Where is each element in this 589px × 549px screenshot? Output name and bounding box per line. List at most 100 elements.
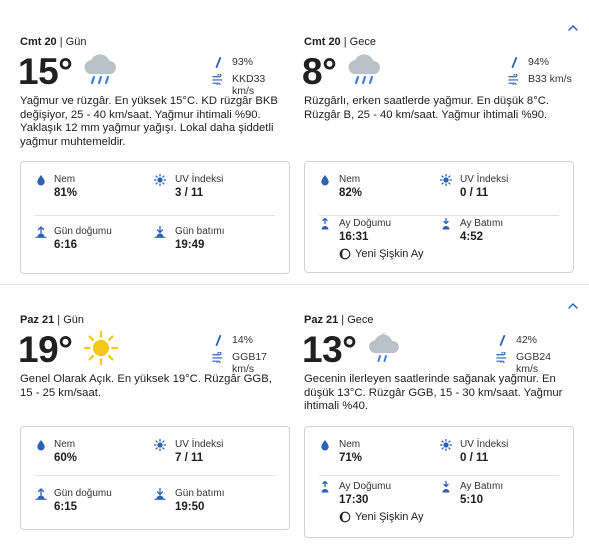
day-panel: Paz 21 | Gün 19° 14% GGB17 km/s Genel Ol… bbox=[18, 284, 290, 546]
night-showers-icon bbox=[366, 329, 406, 363]
wind-value: GGB17 km/s bbox=[232, 351, 268, 375]
period-label: Gün bbox=[63, 314, 85, 326]
uv-index-label: UV İndeksi bbox=[175, 439, 224, 450]
humidity-label: Nem bbox=[54, 174, 76, 185]
temperature: 8° bbox=[302, 51, 337, 92]
sunset-label: Gün batımı bbox=[175, 488, 225, 499]
uv-index-value: 3 / 11 bbox=[175, 187, 204, 199]
humidity-icon bbox=[319, 174, 331, 186]
sunrise-label: Gün doğumu bbox=[54, 226, 112, 237]
period-label: Gece bbox=[349, 36, 376, 48]
period-header: Cmt 20 | Gece bbox=[304, 36, 376, 48]
forecast-description: Rüzgârlı, erken saatlerde yağmur. En düş… bbox=[304, 95, 550, 121]
uv-index-icon bbox=[440, 174, 452, 186]
date-label: Cmt 20 bbox=[20, 36, 57, 48]
period-header: Paz 21 | Gece bbox=[304, 314, 374, 326]
sunset-icon bbox=[154, 226, 166, 238]
moon-phase-icon bbox=[339, 511, 351, 523]
humidity-icon bbox=[319, 439, 331, 451]
divider bbox=[319, 215, 559, 216]
sun-icon bbox=[82, 329, 120, 367]
sunset-value: 19:49 bbox=[175, 239, 205, 251]
date-label: Paz 21 bbox=[20, 314, 55, 326]
wind-value: KKD33 km/s bbox=[232, 73, 266, 97]
date-label: Paz 21 bbox=[304, 314, 339, 326]
humidity-value: 81% bbox=[54, 187, 78, 199]
precipitation-icon bbox=[496, 335, 507, 346]
temperature: 13° bbox=[302, 329, 357, 370]
uv-index-value: 0 / 11 bbox=[460, 187, 489, 199]
period-header: Cmt 20 | Gün bbox=[20, 36, 87, 48]
moonset-value: 5:10 bbox=[460, 494, 484, 506]
humidity-value: 71% bbox=[339, 452, 363, 464]
forecast-description: Genel Olarak Açık. En yüksek 19°C. Rüzgâ… bbox=[20, 373, 272, 399]
uv-index-label: UV İndeksi bbox=[460, 174, 509, 185]
moonrise-value: 16:31 bbox=[339, 231, 369, 243]
sunrise-value: 6:15 bbox=[54, 501, 78, 513]
details-card: Nem 81% UV İndeksi 3 / 11 Gün doğumu 6:1… bbox=[20, 161, 290, 274]
night-panel: Cmt 20 | Gece 8° 94% B33 km/s Rüzgârlı, … bbox=[302, 16, 574, 278]
divider bbox=[319, 475, 559, 476]
moonrise-icon bbox=[319, 218, 331, 230]
sunset-label: Gün batımı bbox=[175, 226, 225, 237]
uv-index-icon bbox=[440, 439, 452, 451]
precipitation-icon bbox=[212, 57, 223, 68]
moonset-label: Ay Batımı bbox=[460, 481, 504, 492]
uv-index-label: UV İndeksi bbox=[175, 174, 224, 185]
wind-icon bbox=[508, 74, 519, 85]
moonrise-icon bbox=[319, 481, 331, 493]
humidity-value: 60% bbox=[54, 452, 78, 464]
wind-value: B33 km/s bbox=[528, 73, 572, 85]
date-label: Cmt 20 bbox=[304, 36, 341, 48]
temperature: 19° bbox=[18, 329, 73, 370]
humidity-label: Nem bbox=[54, 439, 76, 450]
humidity-label: Nem bbox=[339, 439, 361, 450]
moonrise-label: Ay Doğumu bbox=[339, 218, 392, 229]
forecast-description: Gecenin ilerleyen saatlerinde sağanak ya… bbox=[304, 373, 563, 413]
humidity-label: Nem bbox=[339, 174, 361, 185]
moonset-label: Ay Batımı bbox=[460, 218, 504, 229]
period-label: Gece bbox=[347, 314, 374, 326]
humidity-icon bbox=[35, 439, 47, 451]
period-header: Paz 21 | Gün bbox=[20, 314, 85, 326]
wind-icon bbox=[496, 352, 507, 363]
moon-phase-label: Yeni Şişkin Ay bbox=[355, 248, 424, 260]
moonset-icon bbox=[440, 481, 452, 493]
sunrise-icon bbox=[35, 226, 47, 238]
uv-index-value: 0 / 11 bbox=[460, 452, 489, 464]
forecast-day-2: Paz 21 | Gün 19° 14% GGB17 km/s Genel Ol… bbox=[0, 284, 589, 549]
temperature: 15° bbox=[18, 51, 73, 92]
moonset-icon bbox=[440, 218, 452, 230]
uv-index-label: UV İndeksi bbox=[460, 439, 509, 450]
sunset-icon bbox=[154, 488, 166, 500]
sunset-value: 19:50 bbox=[175, 501, 205, 513]
moonset-value: 4:52 bbox=[460, 231, 484, 243]
humidity-icon bbox=[35, 174, 47, 186]
uv-index-icon bbox=[154, 439, 166, 451]
uv-index-icon bbox=[154, 174, 166, 186]
divider bbox=[35, 215, 275, 216]
precipitation-value: 93% bbox=[232, 56, 254, 68]
wind-icon bbox=[212, 74, 223, 85]
forecast-day-1: Cmt 20 | Gün 15° 93% KKD33 km/s Yağmur v… bbox=[0, 16, 589, 284]
details-card: Nem 71% UV İndeksi 0 / 11 Ay Doğumu 17:3… bbox=[304, 426, 574, 538]
rain-cloud-icon bbox=[80, 52, 120, 86]
day-panel: Cmt 20 | Gün 15° 93% KKD33 km/s Yağmur v… bbox=[18, 16, 290, 278]
humidity-value: 82% bbox=[339, 187, 363, 199]
night-panel: Paz 21 | Gece 13° 42% GGB24 km/s Gecenin… bbox=[302, 284, 574, 546]
uv-index-value: 7 / 11 bbox=[175, 452, 204, 464]
period-label: Gün bbox=[65, 36, 87, 48]
sunrise-value: 6:16 bbox=[54, 239, 78, 251]
precipitation-value: 94% bbox=[528, 56, 550, 68]
precipitation-value: 14% bbox=[232, 334, 254, 346]
wind-icon bbox=[212, 352, 223, 363]
moonrise-value: 17:30 bbox=[339, 494, 369, 506]
divider bbox=[35, 475, 275, 476]
precipitation-icon bbox=[212, 335, 223, 346]
moon-phase-icon bbox=[339, 248, 351, 260]
details-card: Nem 82% UV İndeksi 0 / 11 Ay Doğumu 16:3… bbox=[304, 161, 574, 273]
sunrise-icon bbox=[35, 488, 47, 500]
forecast-description: Yağmur ve rüzgâr. En yüksek 15°C. KD rüz… bbox=[20, 95, 278, 148]
precipitation-icon bbox=[508, 57, 519, 68]
moon-phase-label: Yeni Şişkin Ay bbox=[355, 511, 424, 523]
